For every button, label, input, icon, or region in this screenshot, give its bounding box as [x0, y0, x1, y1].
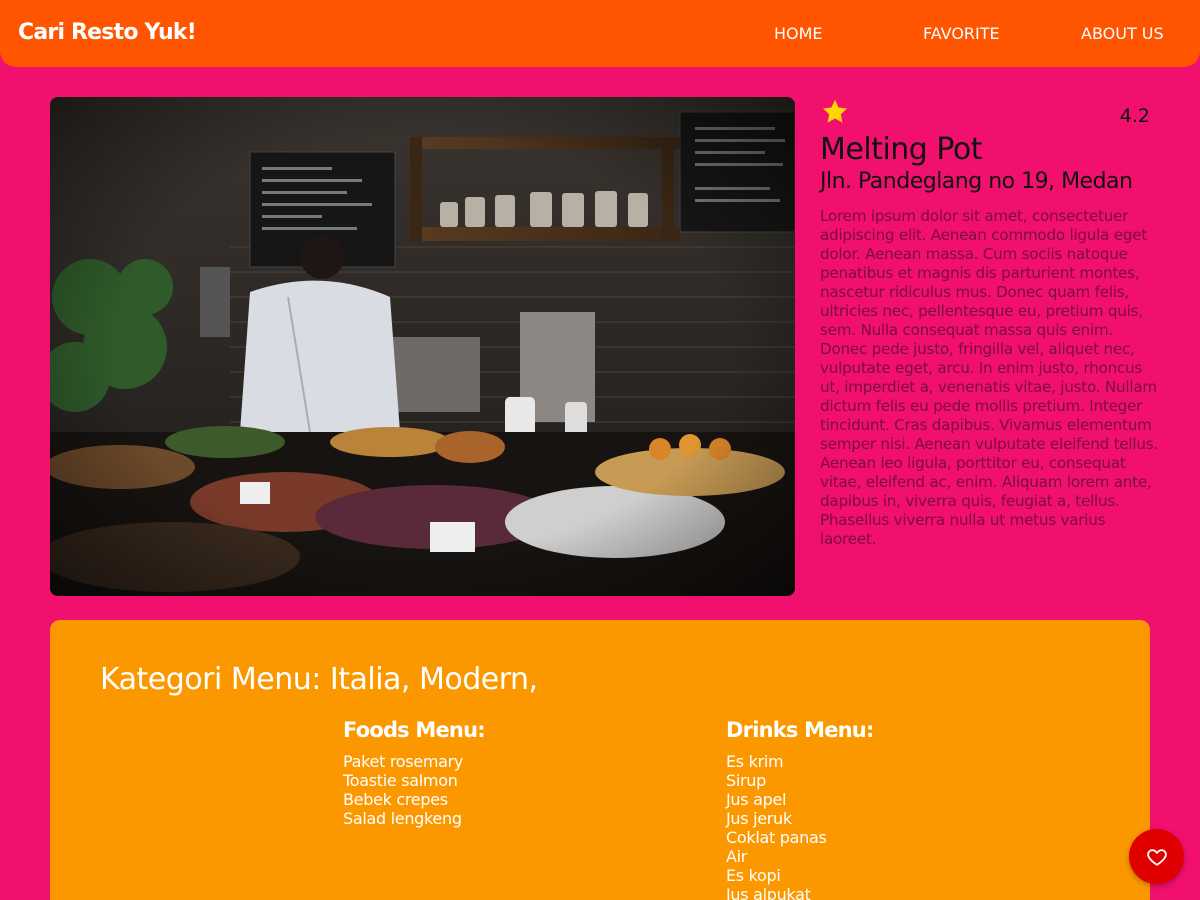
restaurant-address: Jln. Pandeglang no 19, Medan [820, 169, 1133, 194]
drink-item: Jus apel [726, 790, 787, 809]
star-icon [822, 99, 848, 123]
food-item: Toastie salmon [343, 771, 458, 790]
foods-menu: Foods Menu: Paket rosemary Toastie salmo… [343, 718, 486, 828]
favorite-button[interactable] [1129, 829, 1184, 884]
drink-item: Es krim [726, 752, 784, 771]
restaurant-photo [50, 97, 795, 596]
brand-title[interactable]: Cari Resto Yuk! [18, 20, 197, 45]
drink-item: Sirup [726, 771, 766, 790]
nav-home[interactable]: HOME [774, 24, 823, 43]
rating-value: 4.2 [1119, 105, 1150, 127]
food-item: Paket rosemary [343, 752, 464, 771]
drink-item: Air [726, 847, 748, 866]
drink-item: Jus alpukat [726, 885, 811, 900]
nav-about-us[interactable]: ABOUT US [1081, 24, 1164, 43]
drinks-menu: Drinks Menu: Es krim Sirup Jus apel Jus … [726, 718, 874, 900]
drink-item: Coklat panas [726, 828, 827, 847]
menu-section: Kategori Menu: Italia, Modern, Foods Men… [50, 620, 1150, 900]
restaurant-description: Lorem ipsum dolor sit amet, consectetuer… [820, 207, 1158, 548]
drink-item: Es kopi [726, 866, 781, 885]
restaurant-name: Melting Pot [820, 132, 983, 167]
navbar: Cari Resto Yuk! HOME FAVORITE ABOUT US [0, 0, 1200, 67]
food-item: Salad lengkeng [343, 809, 462, 828]
food-item: Bebek crepes [343, 790, 448, 809]
foods-menu-title: Foods Menu: [343, 718, 486, 742]
menu-category: Kategori Menu: Italia, Modern, [100, 662, 538, 697]
nav-favorite[interactable]: FAVORITE [923, 24, 1000, 43]
restaurant-image [50, 97, 795, 596]
heart-icon [1146, 848, 1167, 866]
drinks-menu-title: Drinks Menu: [726, 718, 874, 742]
drink-item: Jus jeruk [726, 809, 792, 828]
